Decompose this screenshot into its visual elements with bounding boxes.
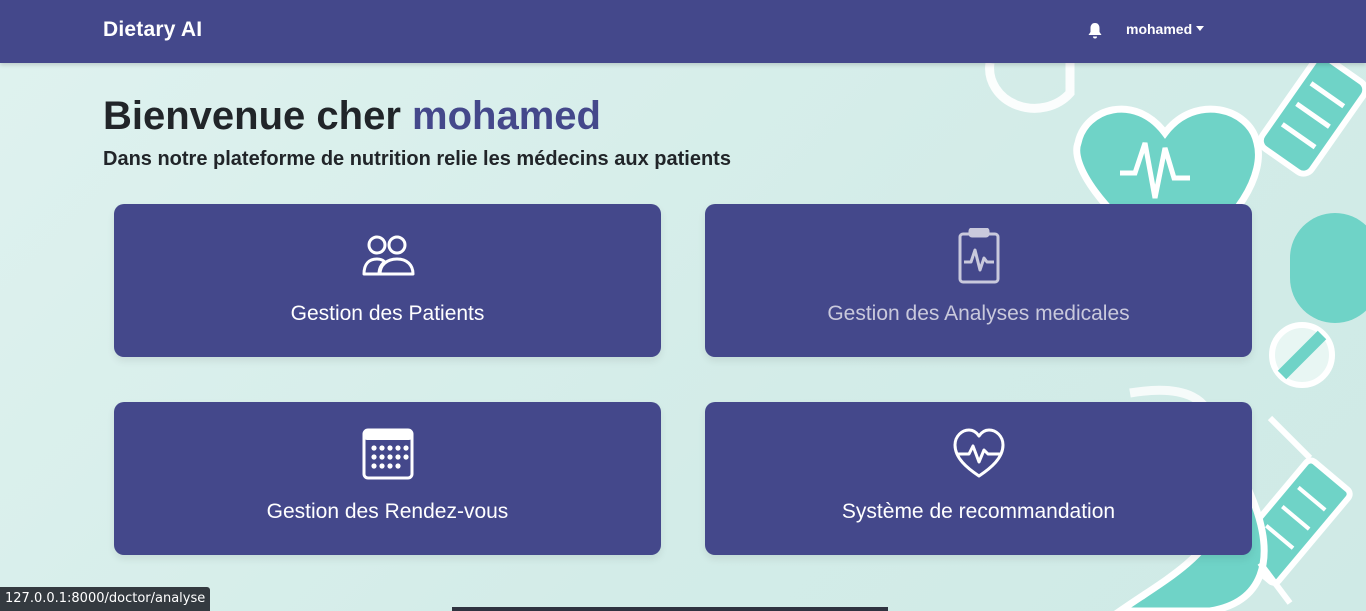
appointments-card[interactable]: Gestion des Rendez-vous <box>114 402 661 555</box>
welcome-section: Bienvenue cher mohamed Dans notre platef… <box>103 92 731 171</box>
page-title: Bienvenue cher mohamed <box>103 92 731 140</box>
clipboard-pulse-icon <box>958 228 1000 284</box>
recommendation-card[interactable]: Système de recommandation <box>705 402 1252 555</box>
greeting-username: mohamed <box>412 94 601 138</box>
greeting-text: Bienvenue cher <box>103 94 401 138</box>
heart-pulse-icon <box>953 428 1005 478</box>
recommendation-card-label: Système de recommandation <box>841 500 1116 523</box>
users-icon <box>362 235 415 276</box>
page-subtitle: Dans notre plateforme de nutrition relie… <box>103 148 731 170</box>
bell-icon[interactable] <box>1087 22 1103 40</box>
calendar-icon <box>362 428 414 480</box>
patients-card[interactable]: Gestion des Patients <box>114 204 661 357</box>
appointments-card-label: Gestion des Rendez-vous <box>266 500 509 523</box>
analyses-card-label: Gestion des Analyses medicales <box>827 302 1130 325</box>
user-menu-label: mohamed <box>1126 21 1193 37</box>
patients-card-label: Gestion des Patients <box>290 302 485 325</box>
brand-logo[interactable]: Dietary AI <box>103 18 202 42</box>
chevron-down-icon <box>1196 26 1205 31</box>
link-status-bar: 127.0.0.1:8000/doctor/analyse <box>0 587 211 611</box>
user-menu-dropdown[interactable]: mohamed <box>1126 21 1205 37</box>
top-navbar: Dietary AI mohamed <box>0 0 1366 63</box>
analyses-card[interactable]: Gestion des Analyses medicales <box>705 204 1252 357</box>
bottom-bar <box>452 607 888 611</box>
